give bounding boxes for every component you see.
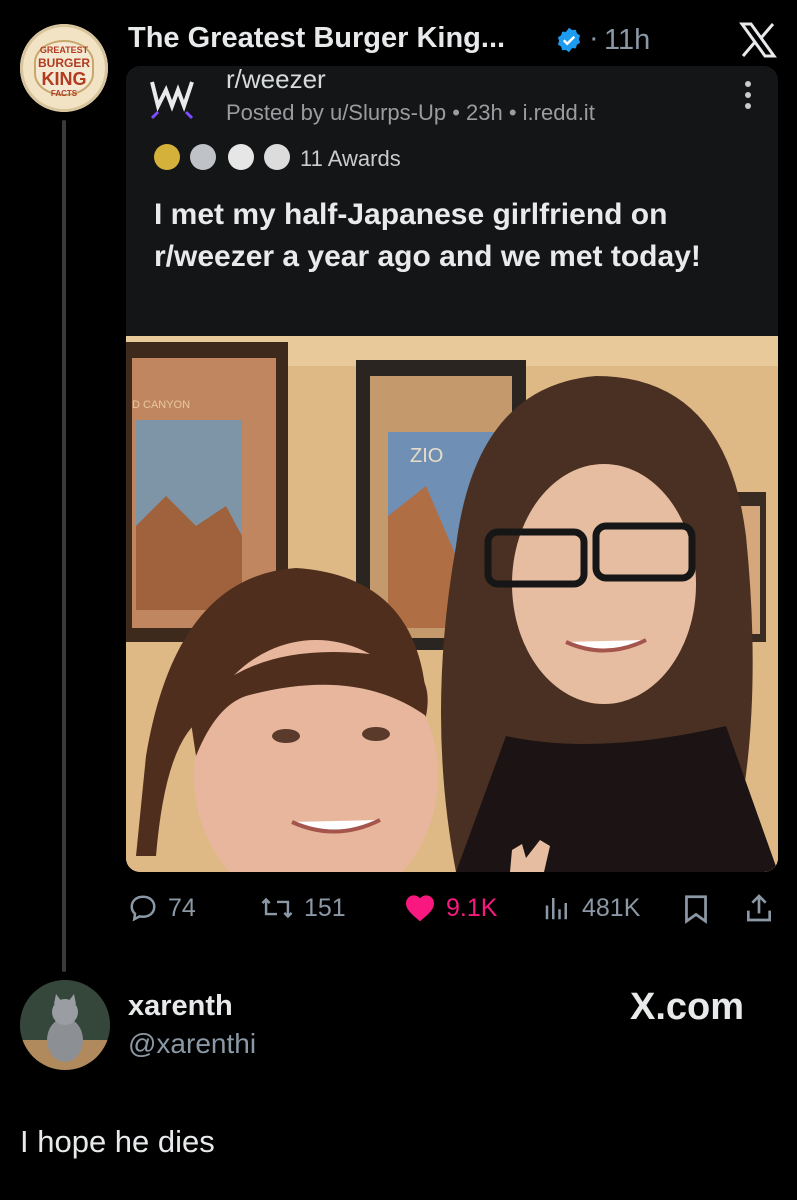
author-name[interactable]: The Greatest Burger King...: [128, 22, 505, 55]
more-options-icon[interactable]: [744, 80, 752, 110]
views-button[interactable]: 481K: [542, 890, 640, 926]
reply-author-handle[interactable]: @xarenthi: [128, 1028, 256, 1060]
retweet-icon: [261, 897, 293, 919]
reply-avatar[interactable]: [20, 980, 110, 1070]
subreddit-name[interactable]: r/weezer: [226, 66, 326, 95]
retweet-button[interactable]: 151: [260, 890, 346, 926]
share-icon[interactable]: [744, 892, 774, 924]
heart-icon: [406, 895, 434, 922]
award-gold-icon: [154, 144, 180, 170]
reply-button[interactable]: 74: [128, 890, 196, 926]
avatar-text-bottom: FACTS: [50, 89, 78, 98]
reddit-screenshot-card[interactable]: r/weezer Posted by u/Slurps-Up • 23h • i…: [126, 66, 778, 872]
x-logo-icon[interactable]: [738, 20, 778, 60]
avatar-text-top: GREATEST: [39, 45, 89, 55]
post-photo[interactable]: D CANYON ZIO: [126, 336, 778, 872]
selfie-photo-illustration: D CANYON ZIO: [126, 336, 778, 872]
author-avatar[interactable]: GREATEST BURGER KING FACTS: [20, 24, 108, 112]
zion-print-label: ZIO: [410, 445, 443, 467]
retweet-count: 151: [304, 893, 346, 922]
xcom-watermark: X.com: [630, 986, 745, 1028]
awards-count: 11 Awards: [300, 146, 401, 171]
post-title: I met my half-Japanese girlfriend on r/w…: [154, 198, 701, 273]
weezer-logo-icon: [150, 81, 194, 120]
award-hands-icon: [190, 144, 216, 170]
like-count: 9.1K: [446, 893, 498, 922]
bookmark-icon[interactable]: [682, 894, 710, 924]
wall-print-label: D CANYON: [132, 399, 190, 411]
award-silver-icon: [264, 144, 290, 170]
verified-badge-icon: [557, 27, 581, 53]
avatar-text-main: KING: [41, 69, 87, 89]
views-chart-icon: [545, 898, 567, 920]
award-face-icon: [228, 144, 254, 170]
view-count: 481K: [582, 893, 641, 922]
avatar-text-mid: BURGER: [37, 56, 90, 70]
timestamp[interactable]: 11h: [604, 24, 650, 57]
thread-line: [62, 120, 66, 972]
reply-text: I hope he dies: [20, 1124, 215, 1159]
reply-icon: [130, 895, 156, 922]
post-meta: Posted by u/Slurps-Up • 23h • i.redd.it: [226, 100, 595, 125]
cat-avatar-icon: [20, 980, 110, 1070]
reply-author-name[interactable]: xarenth: [128, 990, 233, 1023]
like-button[interactable]: 9.1K: [404, 890, 497, 926]
separator-dot: ·: [589, 22, 599, 54]
reply-count: 74: [168, 893, 196, 922]
